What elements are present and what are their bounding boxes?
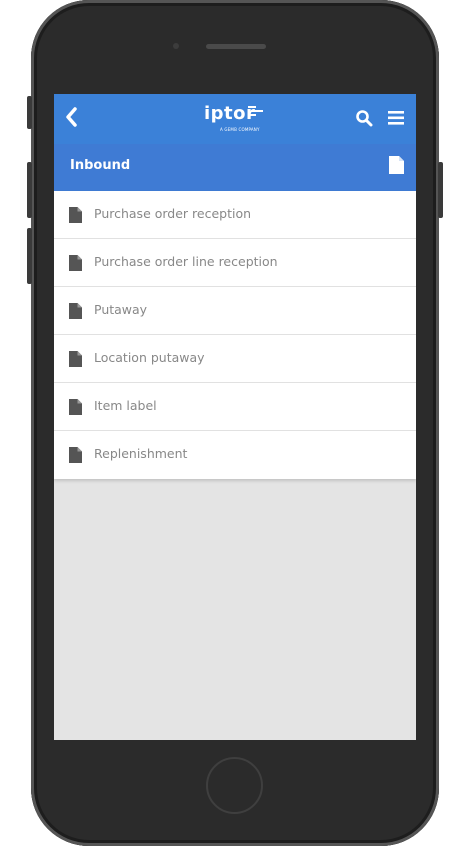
search-icon[interactable] — [355, 109, 373, 127]
brand-logo: iptor A GEMB COMPANY — [204, 103, 263, 135]
list-item-label: Putaway — [94, 302, 148, 317]
list-item[interactable]: Item label — [54, 383, 416, 431]
home-button[interactable] — [206, 757, 263, 814]
document-icon — [69, 447, 82, 467]
list-item[interactable]: Purchase order reception — [54, 191, 416, 239]
volume-up-button — [27, 162, 32, 218]
list-item[interactable]: Replenishment — [54, 431, 416, 479]
section-title: Inbound — [70, 158, 131, 173]
power-button — [438, 162, 443, 218]
menu-list: Purchase order reception Purchase order … — [54, 191, 416, 479]
brand-mark-icon — [248, 106, 263, 116]
list-item[interactable]: Purchase order line reception — [54, 239, 416, 287]
document-icon — [69, 351, 82, 371]
brand-tagline: A GEMB COMPANY — [220, 127, 260, 132]
list-item[interactable]: Putaway — [54, 287, 416, 335]
document-icon — [69, 303, 82, 323]
list-item-label: Location putaway — [94, 350, 205, 365]
document-icon — [69, 399, 82, 419]
list-item-label: Item label — [94, 398, 157, 413]
list-item-label: Replenishment — [94, 446, 188, 461]
list-item-label: Purchase order reception — [94, 206, 252, 221]
volume-down-button — [27, 228, 32, 284]
earpiece-speaker — [206, 44, 266, 49]
document-icon — [69, 207, 82, 227]
chevron-left-icon[interactable] — [64, 106, 86, 130]
app-screen: iptor A GEMB COMPANY Inbound Purchase or… — [54, 94, 416, 740]
front-camera — [173, 43, 179, 49]
mute-switch — [27, 96, 32, 129]
list-item-label: Purchase order line reception — [94, 254, 278, 269]
hamburger-menu-icon[interactable] — [388, 110, 404, 126]
app-header: iptor A GEMB COMPANY — [54, 94, 416, 144]
section-header: Inbound — [54, 144, 416, 191]
list-item[interactable]: Location putaway — [54, 335, 416, 383]
document-icon — [69, 255, 82, 275]
document-icon[interactable] — [389, 156, 404, 178]
